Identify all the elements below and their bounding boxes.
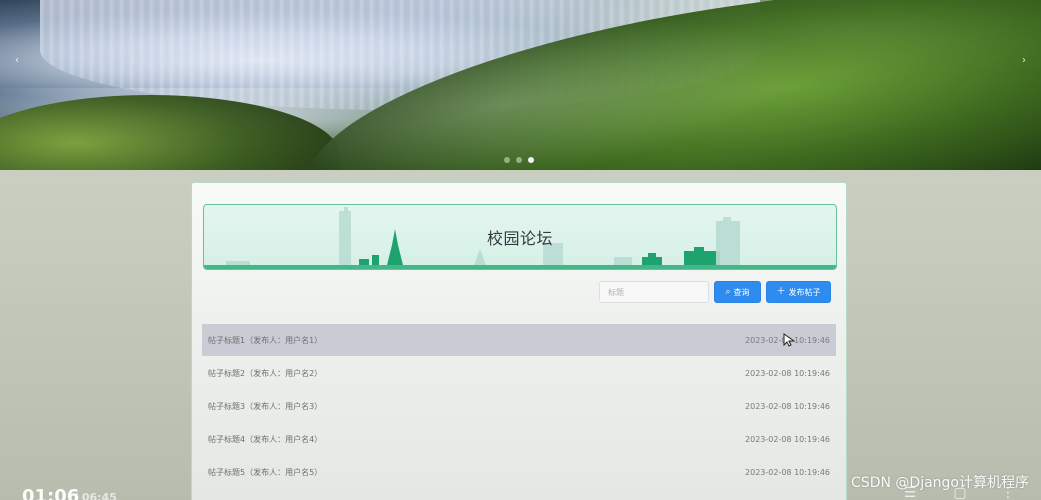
forum-banner: 校园论坛: [203, 204, 837, 270]
post-time: 2023-02-08 10:19:46: [745, 467, 830, 477]
post-row[interactable]: 帖子标题5（发布人：用户名5） 2023-02-08 10:19:46: [202, 456, 836, 488]
square-icon[interactable]: ▢: [952, 486, 968, 500]
mouse-cursor-icon: [783, 333, 795, 347]
post-time: 2023-02-08 10:19:46: [745, 368, 830, 378]
carousel-prev-icon[interactable]: ‹: [10, 54, 24, 68]
search-icon: ⌕: [725, 286, 731, 297]
page-title: 校园论坛: [486, 229, 553, 248]
forum-card: 校园论坛 ⌕ 查询 ＋ 发布帖子 帖子标题1（发布人：用户名1） 2023-02…: [191, 182, 847, 500]
post-time: 2023-02-08 10:19:46: [745, 401, 830, 411]
carousel-next-icon[interactable]: ›: [1017, 54, 1031, 68]
search-button[interactable]: ⌕ 查询: [714, 281, 761, 303]
post-title[interactable]: 帖子标题5（发布人：用户名5）: [208, 467, 322, 478]
carousel-dot[interactable]: [504, 157, 510, 163]
carousel-indicators: [504, 157, 534, 163]
video-current-time: 01:06: [22, 486, 80, 500]
video-total-time: / 06:45: [74, 491, 117, 500]
carousel-dot[interactable]: [516, 157, 522, 163]
post-row[interactable]: 帖子标题2（发布人：用户名2） 2023-02-08 10:19:46: [202, 357, 836, 389]
post-time: 2023-02-08 10:19:46: [745, 434, 830, 444]
post-row[interactable]: 帖子标题1（发布人：用户名1） 2023-02-08 10:19:46: [202, 324, 836, 356]
post-title[interactable]: 帖子标题2（发布人：用户名2）: [208, 368, 322, 379]
plus-icon: ＋: [776, 286, 786, 297]
post-row[interactable]: 帖子标题3（发布人：用户名3） 2023-02-08 10:19:46: [202, 390, 836, 422]
search-input[interactable]: [599, 281, 709, 303]
search-button-label: 查询: [733, 287, 750, 297]
publish-post-button-label: 发布帖子: [788, 287, 821, 297]
post-title[interactable]: 帖子标题1（发布人：用户名1）: [208, 335, 322, 346]
post-title[interactable]: 帖子标题3（发布人：用户名3）: [208, 401, 322, 412]
post-list: 帖子标题1（发布人：用户名1） 2023-02-08 10:19:46 帖子标题…: [202, 324, 836, 489]
grid-dots-icon[interactable]: ⋮: [1000, 486, 1016, 500]
hero-carousel[interactable]: ‹ ›: [0, 0, 1041, 170]
post-title[interactable]: 帖子标题4（发布人：用户名4）: [208, 434, 322, 445]
carousel-dot-active[interactable]: [528, 157, 534, 163]
menu-lines-icon[interactable]: ☰: [902, 486, 918, 500]
publish-post-button[interactable]: ＋ 发布帖子: [766, 281, 831, 303]
post-row[interactable]: 帖子标题4（发布人：用户名4） 2023-02-08 10:19:46: [202, 423, 836, 455]
